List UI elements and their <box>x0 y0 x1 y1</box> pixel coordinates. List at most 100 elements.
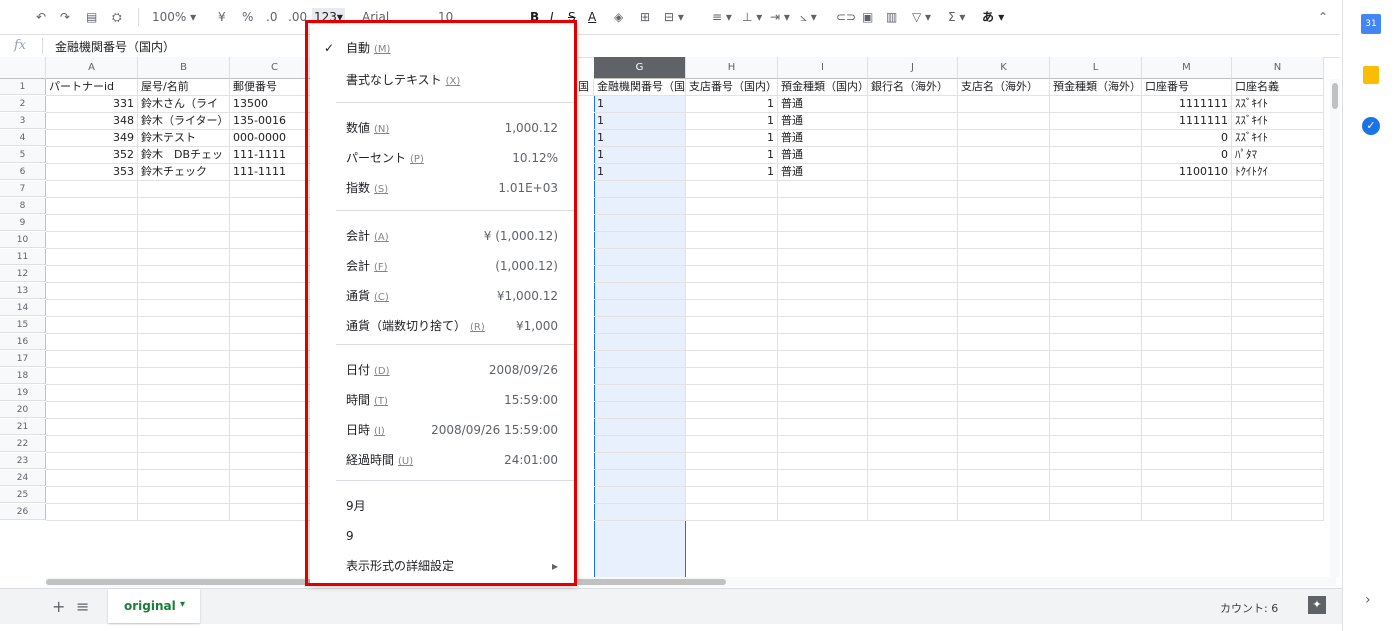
add-sheet-button[interactable]: + <box>52 597 65 616</box>
cell-a17[interactable] <box>46 351 138 368</box>
cell-l21[interactable] <box>1050 419 1142 436</box>
cell-a12[interactable] <box>46 266 138 283</box>
cell-b23[interactable] <box>138 453 230 470</box>
cell-j20[interactable] <box>868 402 958 419</box>
cell-b19[interactable] <box>138 385 230 402</box>
cell-n19[interactable] <box>1232 385 1324 402</box>
cell-m17[interactable] <box>1142 351 1232 368</box>
cell-a20[interactable] <box>46 402 138 419</box>
cell-l9[interactable] <box>1050 215 1142 232</box>
cell-a15[interactable] <box>46 317 138 334</box>
cell-b26[interactable] <box>138 504 230 521</box>
menu-item-11[interactable]: 日時 (I) 2008/09/26 15:59:00 <box>310 418 576 442</box>
cell-b24[interactable] <box>138 470 230 487</box>
cell-i1[interactable]: 預金種類（国内） <box>778 79 868 96</box>
column-header-g[interactable]: G <box>594 57 686 79</box>
cell-m12[interactable] <box>1142 266 1232 283</box>
row-header[interactable]: 6 <box>0 164 46 180</box>
cell-b10[interactable] <box>138 232 230 249</box>
cell-a25[interactable] <box>46 487 138 504</box>
cell-j2[interactable] <box>868 96 958 113</box>
column-header-m[interactable]: M <box>1142 57 1232 79</box>
menu-item-5[interactable]: 会計 (A) ¥ (1,000.12) <box>310 224 576 248</box>
redo-icon[interactable]: ↷ <box>60 8 70 26</box>
link-icon[interactable]: ⊂⊃ <box>836 8 856 26</box>
cell-i25[interactable] <box>778 487 868 504</box>
cell-b9[interactable] <box>138 215 230 232</box>
cell-m4[interactable]: 0 <box>1142 130 1232 147</box>
explore-icon[interactable]: ✦ <box>1308 596 1326 614</box>
horizontal-scrollbar[interactable] <box>46 577 1336 587</box>
cell-a14[interactable] <box>46 300 138 317</box>
cell-h10[interactable] <box>686 232 778 249</box>
cell-k2[interactable] <box>958 96 1050 113</box>
menu-item-9[interactable]: 日付 (D) 2008/09/26 <box>310 358 576 382</box>
cell-i13[interactable] <box>778 283 868 300</box>
cell-c20[interactable] <box>230 402 320 419</box>
cell-j1[interactable]: 銀行名（海外） <box>868 79 958 96</box>
cell-i10[interactable] <box>778 232 868 249</box>
cell-k4[interactable] <box>958 130 1050 147</box>
cell-g2[interactable]: 1 <box>594 96 686 113</box>
cell-g9[interactable] <box>594 215 686 232</box>
cell-c11[interactable] <box>230 249 320 266</box>
cell-n26[interactable] <box>1232 504 1324 521</box>
row-header[interactable]: 25 <box>0 487 46 503</box>
cell-k26[interactable] <box>958 504 1050 521</box>
cell-n17[interactable] <box>1232 351 1324 368</box>
cell-m22[interactable] <box>1142 436 1232 453</box>
cell-i9[interactable] <box>778 215 868 232</box>
cell-l12[interactable] <box>1050 266 1142 283</box>
cell-h26[interactable] <box>686 504 778 521</box>
cell-a19[interactable] <box>46 385 138 402</box>
text-wrap-icon[interactable]: ⇥ ▾ <box>770 8 790 26</box>
percent-format-button[interactable]: % <box>242 8 253 26</box>
vertical-scrollbar[interactable] <box>1330 79 1340 577</box>
cell-i24[interactable] <box>778 470 868 487</box>
cell-b25[interactable] <box>138 487 230 504</box>
cell-c25[interactable] <box>230 487 320 504</box>
cell-n9[interactable] <box>1232 215 1324 232</box>
cell-m25[interactable] <box>1142 487 1232 504</box>
cell-n4[interactable]: ｽｽﾞｷｲﾄ <box>1232 130 1324 147</box>
cell-b5[interactable]: 鈴木 DBチェッ <box>138 147 230 164</box>
filter-icon[interactable]: ▽ ▾ <box>912 8 931 26</box>
cell-c17[interactable] <box>230 351 320 368</box>
cell-h23[interactable] <box>686 453 778 470</box>
cell-j15[interactable] <box>868 317 958 334</box>
row-header[interactable]: 26 <box>0 504 46 520</box>
text-rotation-icon[interactable]: ⦣ ▾ <box>800 8 817 26</box>
cell-h24[interactable] <box>686 470 778 487</box>
cell-i7[interactable] <box>778 181 868 198</box>
cell-b7[interactable] <box>138 181 230 198</box>
cell-k15[interactable] <box>958 317 1050 334</box>
cell-g6[interactable]: 1 <box>594 164 686 181</box>
cell-a5[interactable]: 352 <box>46 147 138 164</box>
cell-l18[interactable] <box>1050 368 1142 385</box>
cell-m18[interactable] <box>1142 368 1232 385</box>
column-header-n[interactable]: N <box>1232 57 1324 79</box>
tasks-icon[interactable]: ✓ <box>1362 117 1380 135</box>
cell-l6[interactable] <box>1050 164 1142 181</box>
cell-a13[interactable] <box>46 283 138 300</box>
cell-l10[interactable] <box>1050 232 1142 249</box>
cell-m7[interactable] <box>1142 181 1232 198</box>
cell-g21[interactable] <box>594 419 686 436</box>
cell-n13[interactable] <box>1232 283 1324 300</box>
cell-c14[interactable] <box>230 300 320 317</box>
cell-c24[interactable] <box>230 470 320 487</box>
cell-h11[interactable] <box>686 249 778 266</box>
column-header-j[interactable]: J <box>868 57 958 79</box>
vertical-scrollbar-thumb[interactable] <box>1332 83 1338 109</box>
cell-k23[interactable] <box>958 453 1050 470</box>
row-header[interactable]: 3 <box>0 113 46 129</box>
column-header-a[interactable]: A <box>46 57 138 79</box>
cell-m11[interactable] <box>1142 249 1232 266</box>
row-header[interactable]: 1 <box>0 79 46 95</box>
cell-c10[interactable] <box>230 232 320 249</box>
cell-m14[interactable] <box>1142 300 1232 317</box>
increase-decimal-button[interactable]: .00 <box>288 8 307 26</box>
cell-j23[interactable] <box>868 453 958 470</box>
cell-h6[interactable]: 1 <box>686 164 778 181</box>
cell-i26[interactable] <box>778 504 868 521</box>
